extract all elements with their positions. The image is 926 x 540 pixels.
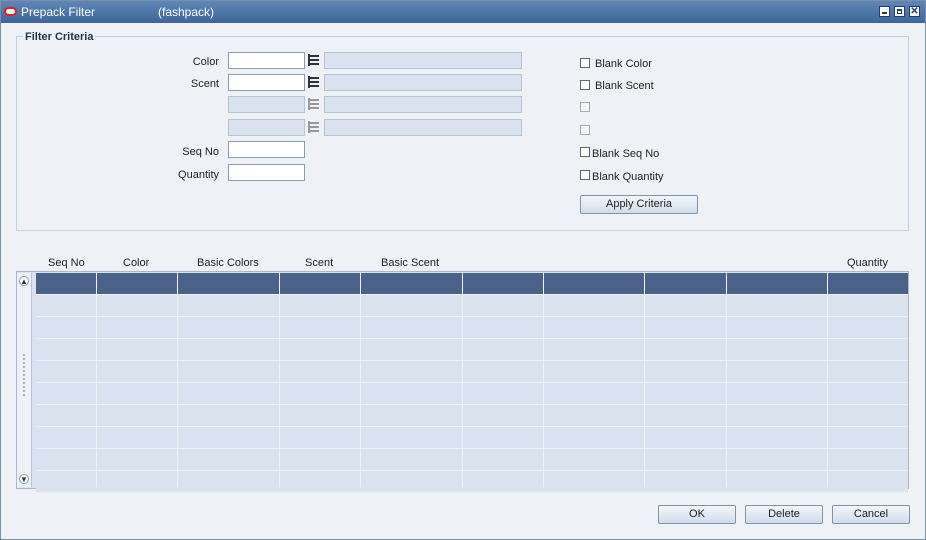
grid-col-divider	[644, 273, 645, 487]
maximize-icon[interactable]	[894, 6, 905, 17]
color-label: Color	[192, 56, 219, 68]
attribute4-input	[228, 119, 305, 136]
seqno-input[interactable]	[228, 141, 305, 158]
column-header-basic-colors[interactable]: Basic Colors	[197, 257, 259, 269]
column-header-seqno[interactable]: Seq No	[48, 257, 85, 269]
table-row[interactable]	[36, 383, 908, 405]
blank-color-checkbox[interactable]	[580, 58, 590, 68]
column-header-scent[interactable]: Scent	[305, 257, 333, 269]
table-row[interactable]	[36, 273, 908, 295]
filter-criteria-legend: Filter Criteria	[23, 31, 96, 43]
color-lov-icon[interactable]	[307, 53, 321, 67]
quantity-label: Quantity	[178, 169, 219, 181]
blank-quantity-label: Blank Quantity	[592, 171, 664, 183]
grid-col-divider	[96, 273, 97, 487]
window-title: Prepack Filter	[21, 5, 96, 19]
oracle-logo-icon	[4, 7, 17, 16]
table-row[interactable]	[36, 339, 908, 361]
attribute4-description	[324, 119, 522, 136]
scent-input[interactable]	[228, 74, 305, 91]
blank-scent-checkbox[interactable]	[580, 80, 590, 90]
scent-description	[324, 74, 522, 91]
column-header-quantity[interactable]: Quantity	[847, 257, 888, 269]
prepack-filter-window: Prepack Filter (fashpack) ✕ Filter Crite…	[0, 0, 926, 540]
column-header-color[interactable]: Color	[123, 257, 149, 269]
title-bar: Prepack Filter (fashpack) ✕	[1, 1, 925, 23]
scroll-up-icon[interactable]: ▲	[19, 276, 29, 286]
blank-attribute4-checkbox	[580, 125, 590, 135]
grid-col-divider	[726, 273, 727, 487]
blank-scent-label: Blank Scent	[595, 80, 654, 92]
seqno-label: Seq No	[182, 146, 219, 158]
grid-col-divider	[177, 273, 178, 487]
scroll-grip-icon[interactable]	[22, 353, 26, 398]
scent-lov-icon[interactable]	[307, 75, 321, 89]
table-row[interactable]	[36, 427, 908, 449]
color-input[interactable]	[228, 52, 305, 69]
grid-col-divider	[360, 273, 361, 487]
scent-label: Scent	[190, 78, 219, 90]
grid-col-divider	[827, 273, 828, 487]
table-row[interactable]	[36, 449, 908, 471]
close-icon[interactable]: ✕	[909, 6, 920, 17]
blank-color-label: Blank Color	[595, 58, 652, 70]
grid-rows	[36, 273, 908, 493]
attribute4-lov-icon	[307, 120, 321, 134]
column-header-basic-scent[interactable]: Basic Scent	[381, 257, 439, 269]
cancel-button[interactable]: Cancel	[832, 505, 910, 524]
delete-button[interactable]: Delete	[745, 505, 823, 524]
blank-quantity-checkbox[interactable]	[580, 170, 590, 180]
table-row[interactable]	[36, 295, 908, 317]
blank-seqno-checkbox[interactable]	[580, 147, 590, 157]
grid-col-divider	[462, 273, 463, 487]
attribute3-lov-icon	[307, 97, 321, 111]
apply-criteria-button[interactable]: Apply Criteria	[580, 195, 698, 214]
ok-button[interactable]: OK	[658, 505, 736, 524]
attribute3-description	[324, 96, 522, 113]
quantity-input[interactable]	[228, 164, 305, 181]
attribute3-input	[228, 96, 305, 113]
window-subtitle: (fashpack)	[158, 5, 215, 19]
table-row[interactable]	[36, 317, 908, 339]
grid-vertical-scrollbar[interactable]: ▲ ▼	[17, 273, 32, 487]
scroll-down-icon[interactable]: ▼	[19, 474, 29, 484]
blank-attribute3-checkbox	[580, 102, 590, 112]
table-row[interactable]	[36, 471, 908, 493]
blank-seqno-label: Blank Seq No	[592, 148, 660, 160]
table-row[interactable]	[36, 361, 908, 383]
minimize-icon[interactable]	[879, 6, 890, 17]
color-description	[324, 52, 522, 69]
grid-col-divider	[543, 273, 544, 487]
table-row[interactable]	[36, 405, 908, 427]
grid-col-divider	[279, 273, 280, 487]
